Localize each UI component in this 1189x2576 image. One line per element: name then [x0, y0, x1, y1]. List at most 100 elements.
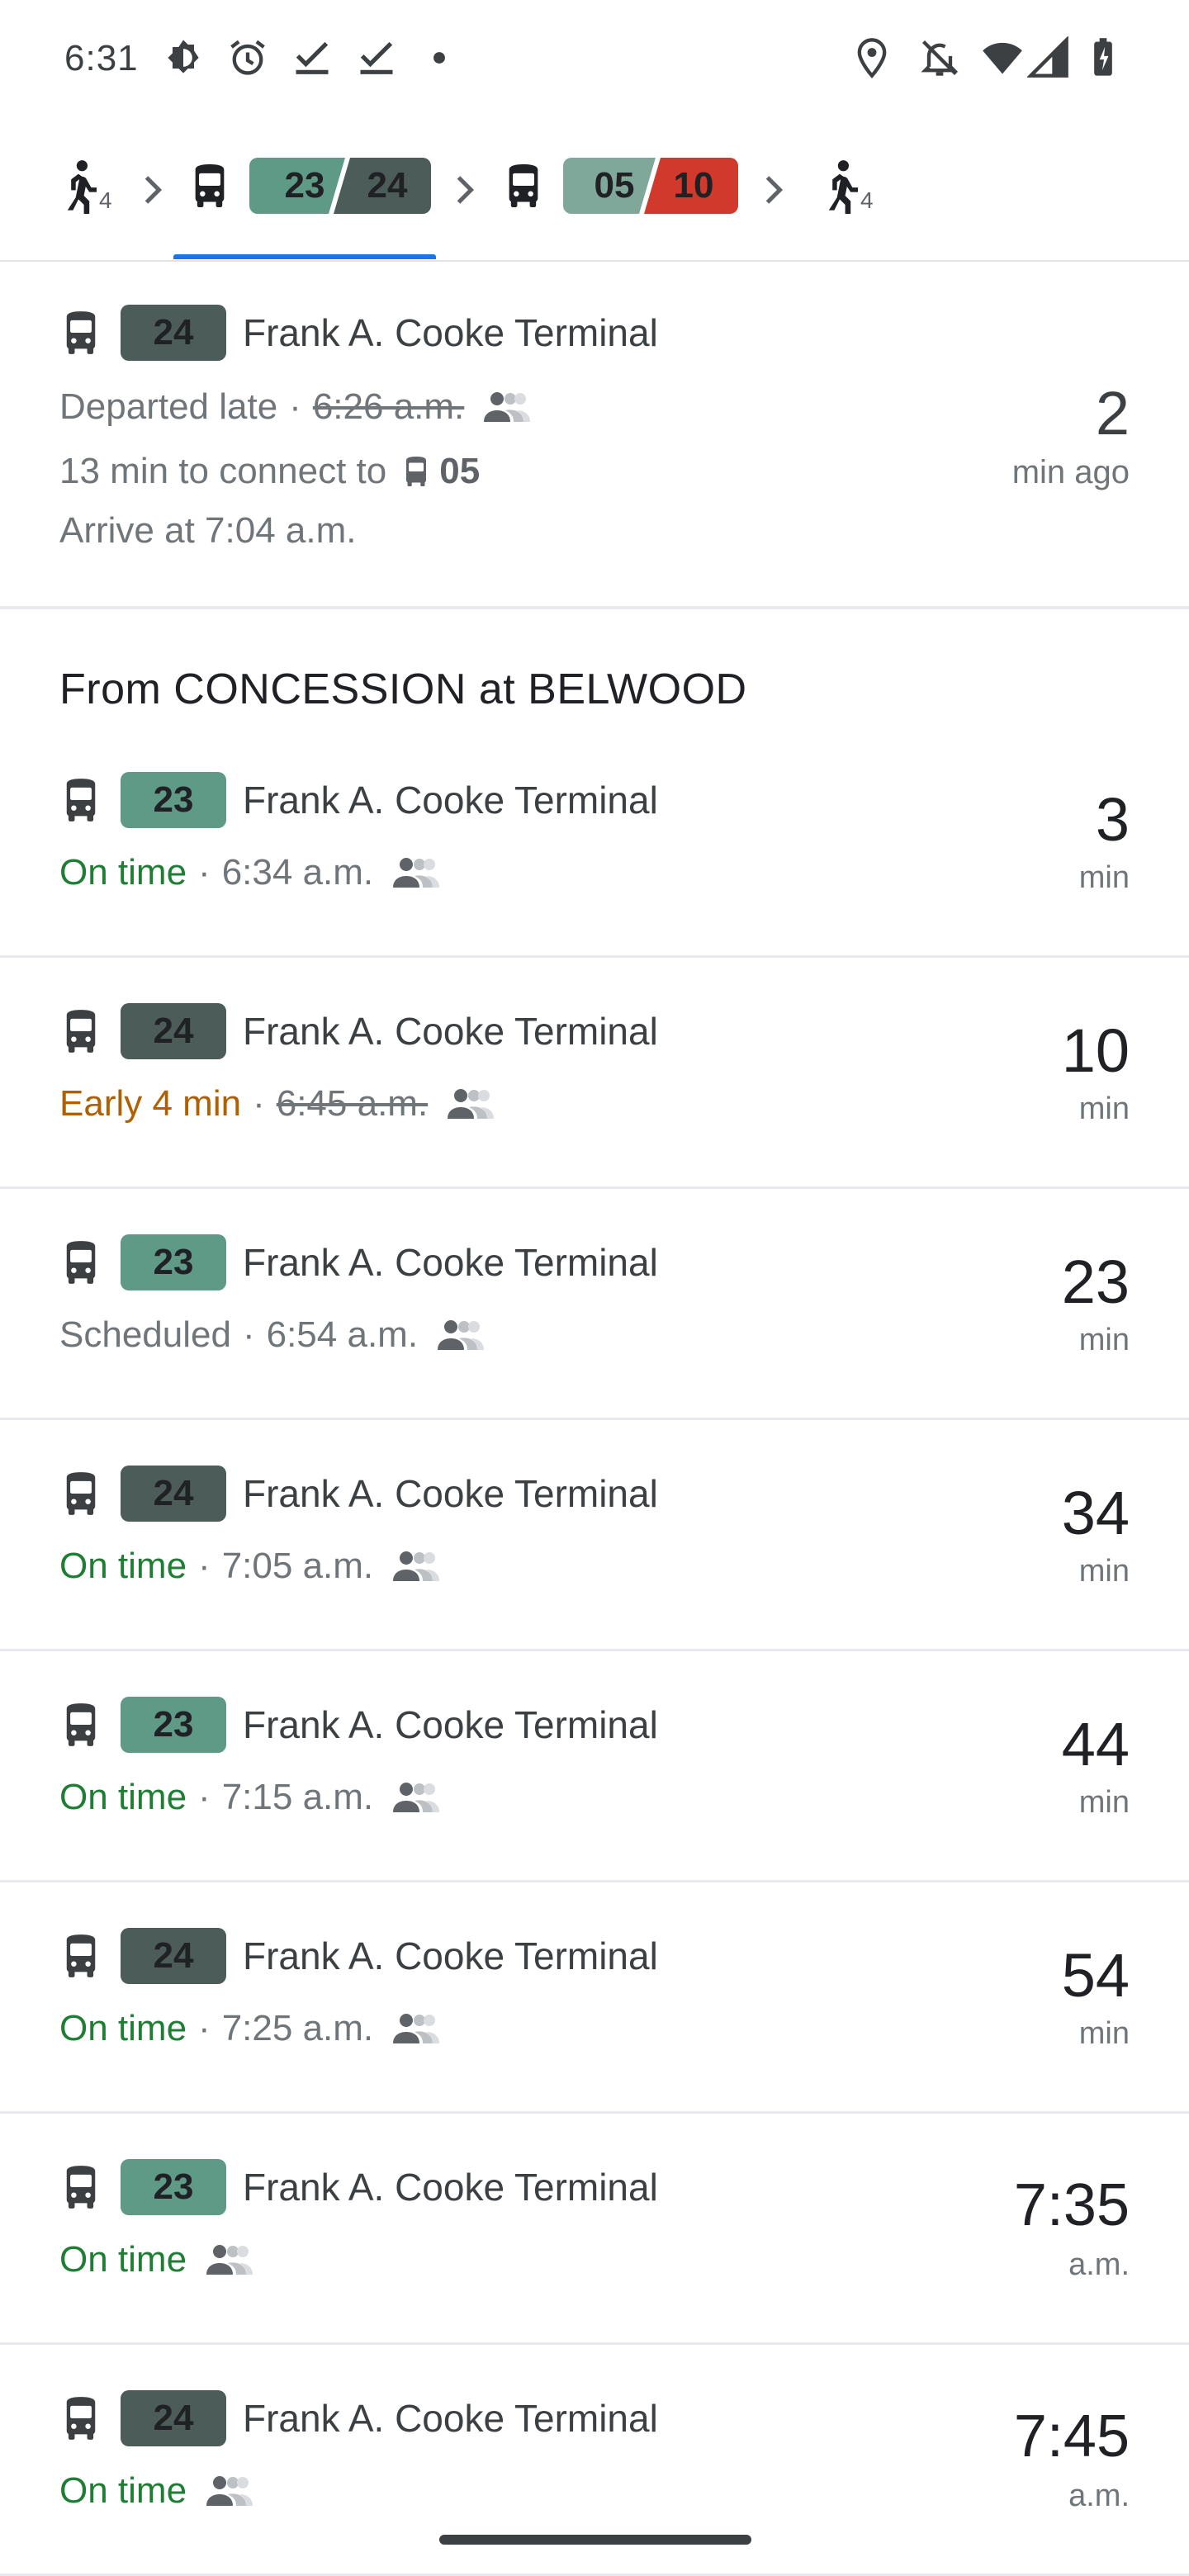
chevron-right-icon [457, 176, 475, 204]
headsign: Frank A. Cooke Terminal [243, 2397, 658, 2440]
route-badge: 24 [121, 1003, 226, 1059]
countdown-unit: min [1078, 1323, 1130, 1357]
departure-time: 6:45 a.m. [276, 1083, 429, 1124]
departed-ago-unit: min ago [1011, 454, 1130, 490]
countdown-value: 54 [1061, 1941, 1130, 2010]
countdown-value: 44 [1061, 1710, 1130, 1778]
crowding-icon [393, 2014, 440, 2043]
route-summary-bar: 4 23 24 05 10 4 [0, 120, 1189, 262]
countdown-unit: a.m. [1068, 2479, 1130, 2513]
bus-icon [66, 1934, 96, 1977]
bus-icon [66, 2166, 96, 2209]
departure-status: Early 4 min [59, 1083, 242, 1124]
departure-time: 7:05 a.m. [221, 1546, 374, 1586]
countdown-value: 7:45 [1013, 2403, 1130, 2469]
departure-status-line: On time · 7:05 a.m. [59, 1546, 441, 1587]
departure-status-line: Departed late · 6:26 a.m. [59, 386, 532, 428]
walk-start-minutes: 4 [99, 187, 112, 213]
departure-status: Scheduled [59, 1314, 231, 1355]
connection-line: 13 min to connect to 05 [59, 451, 480, 492]
countdown-unit: min [1078, 1785, 1130, 1820]
departed-ago-value: 2 [1095, 379, 1130, 447]
countdown-unit: min [1078, 1554, 1130, 1589]
crowding-icon [438, 1320, 485, 1350]
countdown-unit: a.m. [1068, 2247, 1130, 2282]
headsign: Frank A. Cooke Terminal [243, 311, 658, 354]
bus-icon [406, 457, 427, 486]
separator-dot: · [289, 386, 301, 427]
battery-icon [1094, 38, 1112, 76]
departure-row[interactable]: 23 Frank A. Cooke Terminal Scheduled · 6:54 … [0, 1189, 1189, 1420]
home-indicator[interactable] [439, 2535, 751, 2545]
check-icon [360, 41, 393, 74]
headsign: Frank A. Cooke Terminal [243, 1010, 658, 1053]
tab-leg-1[interactable]: 23 24 [188, 153, 431, 219]
departure-row[interactable]: 24 Frank A. Cooke Terminal Early 4 min · 6:4… [0, 958, 1189, 1189]
trip-header: 24 Frank A. Cooke Terminal [59, 1927, 658, 1985]
bus-icon [66, 1703, 96, 1746]
departure-time: 6:34 a.m. [221, 852, 374, 893]
dot-icon [433, 52, 445, 64]
departure-row[interactable]: 23 Frank A. Cooke Terminal On time · 7:15 a.… [0, 1651, 1189, 1882]
departure-status: On time [59, 2008, 187, 2048]
countdown-unit: min [1078, 860, 1130, 895]
departure-row[interactable]: 23 Frank A. Cooke Terminal On time 7:35 a.m. [0, 2114, 1189, 2345]
tab-leg-2[interactable]: 05 10 [502, 153, 738, 219]
bus-icon [66, 779, 96, 822]
departure-status: On time [59, 1546, 187, 1586]
notifications-off-icon [921, 40, 959, 76]
route-badge-24: 24 [367, 165, 408, 206]
countdown-unit: min [1078, 2016, 1130, 2051]
departure-status-line: On time · 6:34 a.m. [59, 852, 441, 893]
separator-dot: · [253, 1083, 265, 1124]
bus-icon [66, 1472, 96, 1515]
trip-header: 23 Frank A. Cooke Terminal [59, 1696, 658, 1754]
location-icon [857, 38, 887, 78]
departure-row[interactable]: 24 Frank A. Cooke Terminal On time · 7:25 a.… [0, 1882, 1189, 2114]
headsign: Frank A. Cooke Terminal [243, 1472, 658, 1515]
crowding-icon [393, 858, 440, 888]
countdown-value: 3 [1095, 785, 1130, 854]
departure-status-line: On time [59, 2470, 254, 2512]
bus-icon [66, 1010, 96, 1053]
connection-text: 13 min to connect to [59, 451, 387, 491]
route-badge-23: 23 [284, 165, 325, 206]
route-badge: 24 [121, 305, 226, 361]
arrival-line: Arrive at 7:04 a.m. [59, 510, 357, 551]
route-badge: 23 [121, 1697, 226, 1753]
route-badge-05: 05 [594, 165, 635, 206]
departure-row[interactable]: 23 Frank A. Cooke Terminal On time · 6:34 a.… [0, 694, 1189, 958]
route-badge: 24 [121, 1928, 226, 1984]
crowding-icon [206, 2476, 253, 2506]
trip-header: 24 Frank A. Cooke Terminal [59, 1002, 658, 1060]
countdown-value: 7:35 [1013, 2172, 1130, 2238]
departure-status: On time [59, 852, 187, 893]
wifi-icon [983, 42, 1022, 74]
status-time: 6:31 [64, 38, 139, 78]
departure-status-line: On time · 7:15 a.m. [59, 1777, 441, 1818]
separator-dot: · [242, 1314, 255, 1355]
departure-status-line: On time · 7:25 a.m. [59, 2008, 441, 2049]
walk-icon [67, 160, 97, 214]
bus-icon [66, 2397, 96, 2440]
departed-trip-card[interactable]: 24 Frank A. Cooke Terminal Departed late… [0, 263, 1189, 609]
countdown-value: 34 [1061, 1479, 1130, 1547]
trip-header: 24 Frank A. Cooke Terminal [59, 1465, 658, 1522]
check-icon [296, 41, 329, 74]
walk-icon [828, 160, 858, 214]
departure-status: On time [59, 2239, 187, 2280]
headsign: Frank A. Cooke Terminal [243, 779, 658, 822]
departure-time: 7:15 a.m. [221, 1777, 374, 1817]
route-badge: 23 [121, 772, 226, 828]
trip-header: 23 Frank A. Cooke Terminal [59, 771, 658, 829]
trip-header: 24 Frank A. Cooke Terminal [59, 304, 658, 362]
route-badge: 24 [121, 2390, 226, 2446]
separator-dot: · [198, 2008, 211, 2048]
departure-status-line: Scheduled · 6:54 a.m. [59, 1314, 486, 1356]
crowding-icon [393, 1551, 440, 1581]
trip-header: 23 Frank A. Cooke Terminal [59, 2158, 658, 2216]
headsign: Frank A. Cooke Terminal [243, 2166, 658, 2209]
departure-row[interactable]: 24 Frank A. Cooke Terminal On time · 7:05 a.… [0, 1420, 1189, 1651]
separator-dot: · [198, 1777, 211, 1817]
trip-header: 24 Frank A. Cooke Terminal [59, 2389, 658, 2447]
